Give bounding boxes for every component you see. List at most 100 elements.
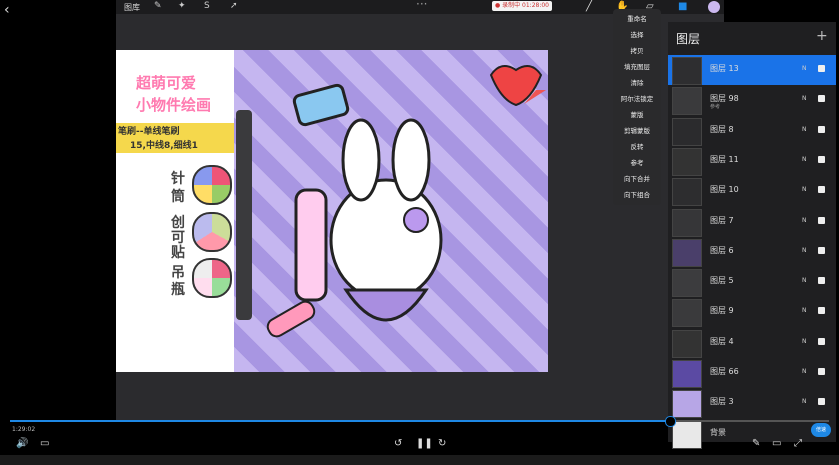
layer-name: 图层 13 (710, 64, 739, 73)
layer-row[interactable]: 图层 13 N (668, 55, 836, 85)
blend-mode[interactable]: N (802, 217, 807, 224)
layer-row[interactable]: 图层 9 N (668, 297, 836, 328)
layer-row[interactable]: 图层 8 N (668, 116, 836, 146)
more-icon[interactable]: ··· (416, 0, 427, 11)
layer-thumbnail[interactable] (672, 329, 702, 358)
layer-thumbnail[interactable] (672, 57, 702, 85)
progress-knob[interactable] (665, 416, 676, 427)
layer-name: 图层 4 (710, 336, 734, 346)
visibility-checkbox[interactable] (818, 368, 825, 375)
wrench-icon[interactable]: ✎ (154, 1, 162, 11)
layer-row[interactable]: 图层 11 N (668, 146, 836, 176)
layer-name: 图层 10 (710, 185, 739, 195)
menu-item-fill-layer[interactable]: 填充图层 (613, 61, 661, 71)
layer-thumbnail[interactable] (672, 87, 702, 116)
layer-thumbnail[interactable] (672, 360, 702, 388)
add-layer-button[interactable]: + (816, 28, 828, 44)
layer-row[interactable]: 图层 5 N (668, 267, 836, 298)
menu-item-merge-down[interactable]: 向下合并 (613, 173, 661, 183)
transform-icon[interactable]: ➚ (230, 1, 238, 11)
gallery-button[interactable]: 图库 (124, 2, 140, 13)
layers-panel-title: 图层 (676, 32, 701, 46)
blend-mode[interactable]: N (802, 186, 807, 193)
blend-mode[interactable]: N (802, 277, 807, 284)
visibility-checkbox[interactable] (818, 186, 825, 194)
layer-name: 图层 7 (710, 215, 734, 225)
layer-thumbnail[interactable] (672, 390, 702, 419)
visibility-checkbox[interactable] (818, 125, 825, 133)
blend-mode[interactable]: N (802, 398, 807, 405)
brush-icon[interactable]: ╱ (586, 1, 592, 12)
blend-mode[interactable]: N (802, 95, 807, 102)
artwork-title-2: 小物件绘画 (136, 96, 212, 114)
back-icon[interactable]: ‹ (4, 2, 10, 18)
menu-item-copy[interactable]: 拷贝 (613, 45, 661, 55)
drawing-canvas[interactable]: 超萌可爱 小物件绘画 笔刷--单线笔刷 15,中线8,细线1 针 筒 创 可 贴… (116, 50, 548, 372)
volume-icon[interactable]: 🔊 (16, 438, 28, 449)
blend-mode[interactable]: N (802, 307, 807, 314)
layer-thumbnail[interactable] (672, 420, 702, 449)
adjustments-icon[interactable]: ✦ (178, 1, 186, 11)
screen-icon[interactable]: ▭ (772, 438, 781, 449)
layer-row[interactable]: 图层 4 N (668, 328, 836, 358)
blend-mode[interactable]: N (802, 156, 807, 163)
menu-item-mask[interactable]: 蒙版 (613, 109, 661, 119)
pause-icon[interactable]: ❚❚ (416, 438, 433, 449)
color-picker[interactable] (708, 1, 720, 13)
visibility-checkbox[interactable] (818, 155, 825, 163)
menu-item-rename[interactable]: 重命名 (613, 13, 661, 23)
menu-item-clear[interactable]: 清除 (613, 77, 661, 87)
procreate-screen: 图库 ✎ ✦ S ➚ ··· ● 录制中 01:28:00 ╱ ✋ ▱ ■ 超萌… (116, 0, 836, 449)
layer-name: 图层 6 (710, 245, 734, 255)
edit-icon[interactable]: ✎ (752, 438, 760, 449)
layers-icon[interactable]: ■ (678, 1, 687, 12)
layer-name: 图层 3 (710, 397, 734, 407)
layer-name: 背景 (710, 427, 726, 437)
forward-icon[interactable]: ↻ (438, 438, 446, 449)
layer-thumbnail[interactable] (672, 117, 702, 146)
layer-thumbnail[interactable] (672, 238, 702, 267)
rewind-icon[interactable]: ↺ (394, 438, 402, 449)
visibility-checkbox[interactable] (818, 95, 825, 103)
visibility-checkbox[interactable] (818, 337, 825, 345)
blend-mode[interactable]: N (802, 368, 807, 375)
layer-name: 图层 5 (710, 276, 734, 286)
menu-item-combine-down[interactable]: 向下组合 (613, 189, 661, 199)
subtitle-icon[interactable]: ▭ (40, 438, 49, 449)
layer-name: 图层 9 (710, 306, 734, 316)
layer-thumbnail[interactable] (672, 147, 702, 176)
visibility-checkbox[interactable] (818, 398, 825, 406)
blend-mode[interactable]: N (802, 338, 807, 345)
menu-item-clipping-mask[interactable]: 剪辑蒙版 (613, 125, 661, 135)
fullscreen-icon[interactable]: ⤢ (794, 438, 802, 449)
speed-button[interactable]: 倍速 (811, 423, 831, 437)
menu-item-select[interactable]: 选择 (613, 29, 661, 39)
menu-item-alpha-lock[interactable]: 阿尔法锁定 (613, 93, 661, 103)
bunny-nurse-illustration (266, 65, 546, 338)
blend-mode[interactable]: N (802, 247, 807, 254)
layer-thumbnail[interactable] (672, 269, 702, 298)
visibility-checkbox[interactable] (818, 307, 825, 315)
layer-row[interactable]: 图层 66 N (668, 358, 836, 388)
progress-remaining[interactable] (670, 420, 829, 422)
layer-row[interactable]: 图层 3 N (668, 388, 836, 419)
blend-mode[interactable]: N (802, 65, 807, 72)
visibility-checkbox[interactable] (818, 216, 825, 224)
brush-size-slider[interactable] (236, 110, 252, 320)
layer-row[interactable]: 图层 7 N (668, 207, 836, 237)
visibility-checkbox[interactable] (818, 65, 825, 72)
visibility-checkbox[interactable] (818, 246, 825, 254)
menu-item-reference[interactable]: 参考 (613, 157, 661, 167)
blend-mode[interactable]: N (802, 126, 807, 133)
layer-thumbnail[interactable] (672, 178, 702, 207)
layer-thumbnail[interactable] (672, 208, 702, 237)
taskbar (0, 455, 839, 465)
layer-row[interactable]: 图层 10 N (668, 176, 836, 207)
visibility-checkbox[interactable] (818, 277, 825, 285)
layer-thumbnail[interactable] (672, 299, 702, 328)
selection-icon[interactable]: S (204, 1, 210, 11)
layer-row[interactable]: 图层 6 N (668, 237, 836, 267)
menu-item-invert[interactable]: 反转 (613, 141, 661, 151)
progress-played[interactable] (10, 420, 670, 422)
layer-row[interactable]: 图层 98 参考 N (668, 85, 836, 116)
